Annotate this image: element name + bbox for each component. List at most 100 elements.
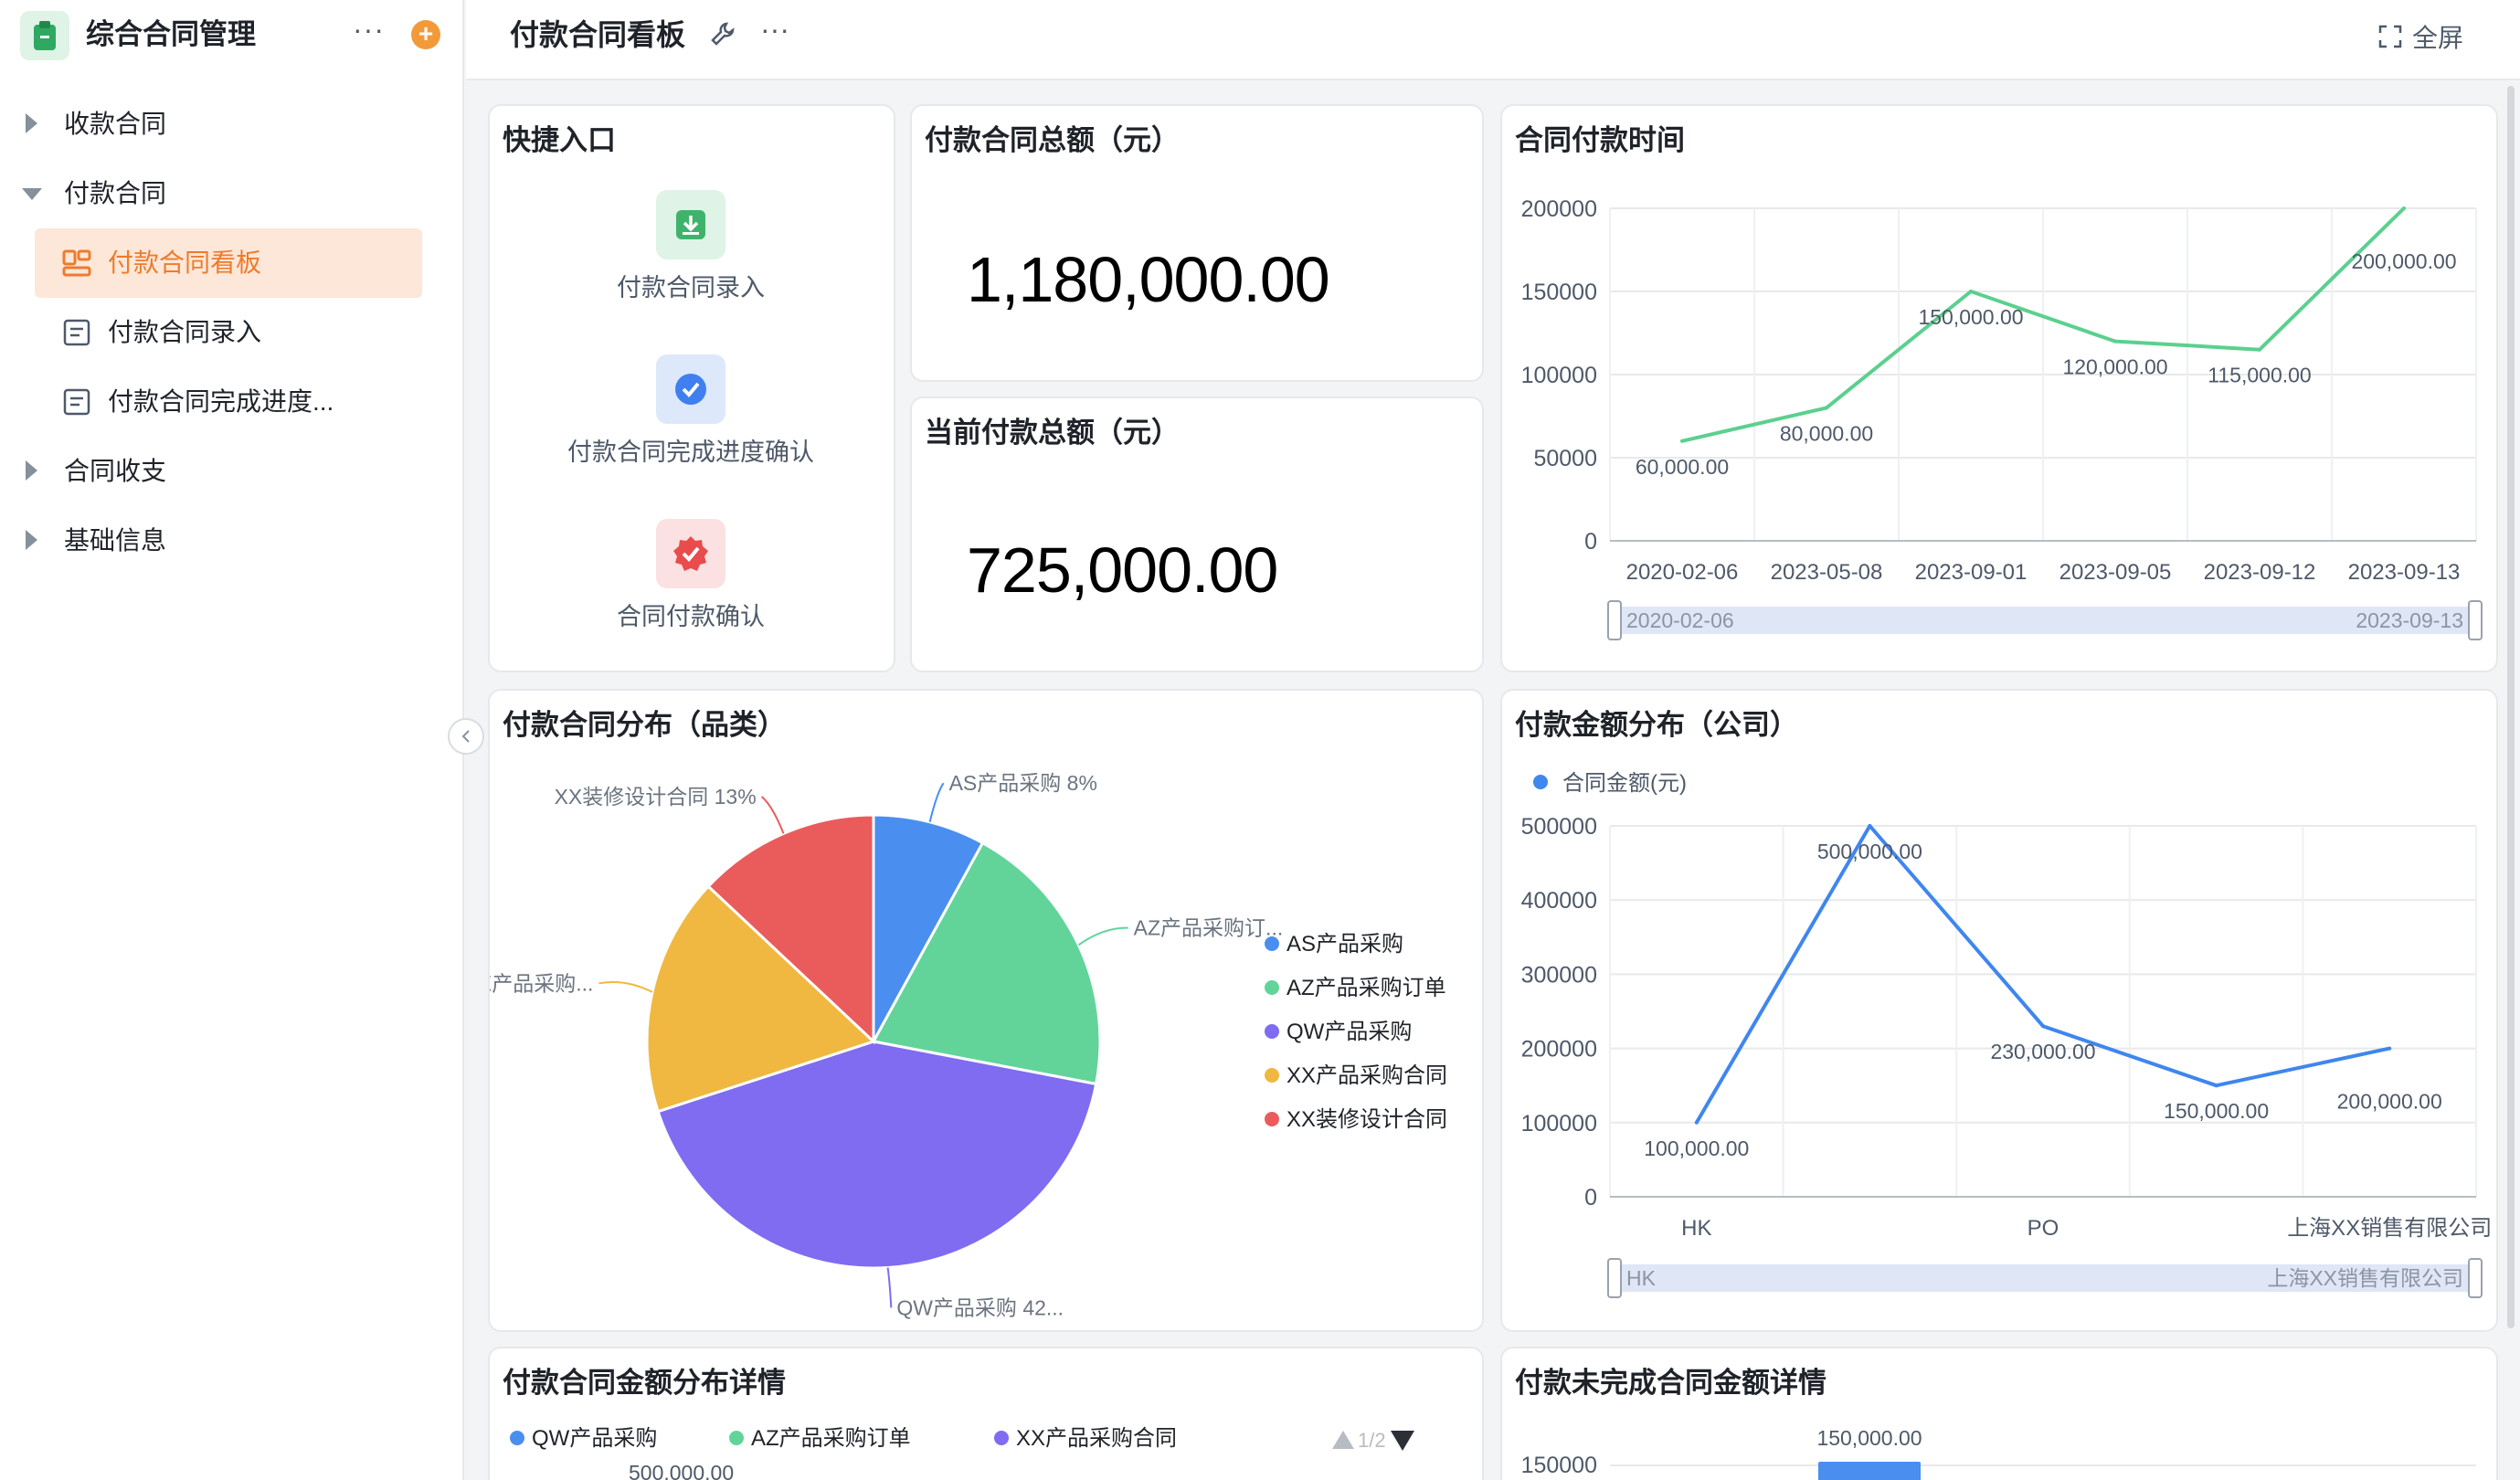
company-chart: 合同金额(元) 0 100000 200000 300000 400000 500000 HK… <box>1521 771 2492 1298</box>
zoom-slider-track <box>1612 607 2478 634</box>
data-point <box>2113 339 2117 344</box>
sidebar-item-label: 收款合同 <box>64 110 167 138</box>
category-pie-panel: 付款合同分布（品类） AS产品采购 8% AZ产品采购订... QW产品采购 42.… <box>488 689 1484 1332</box>
kpi-total-panel: 付款合同总额（元） 1,180,000.00 <box>910 104 1484 382</box>
x-tick-label: 2023-09-05 <box>2059 560 2172 585</box>
zoom-handle-right <box>2468 1258 2483 1298</box>
sidebar-item-entry[interactable]: 付款合同录入 <box>35 298 422 367</box>
detail-panel: 付款合同金额分布详情 QW产品采购 AZ产品采购订单 XX产品采购合同 1/2 500,… <box>488 1347 1484 1480</box>
pie-slice-label: AZ产品采购订... <box>1134 916 1284 940</box>
app-title: 综合合同管理 <box>86 18 256 50</box>
y-tick-label: 500000 <box>1521 814 1597 840</box>
legend-marker <box>994 1431 1009 1445</box>
kpi-total-value: 1,180,000.00 <box>967 244 1330 315</box>
data-label: 200,000.00 <box>2351 249 2456 273</box>
fullscreen-label: 全屏 <box>2412 24 2464 52</box>
quick-entry-label: 合同付款确认 <box>617 603 765 630</box>
form-icon <box>62 387 91 421</box>
panel-title: 当前付款总额（元） <box>925 417 1180 449</box>
legend-label: XX产品采购合同 <box>1286 1063 1447 1088</box>
legend-label: AZ产品采购订单 <box>751 1426 911 1451</box>
x-tick-label: 2023-09-13 <box>2348 560 2461 585</box>
legend-label: XX产品采购合同 <box>1016 1426 1177 1451</box>
data-point <box>1868 824 1872 828</box>
legend-label: AS产品采购 <box>1286 932 1403 957</box>
y-tick-label: 150000 <box>1521 280 1597 305</box>
collapse-sidebar-button[interactable] <box>448 718 484 755</box>
zoom-end-label: 2023-09-13 <box>2356 608 2463 632</box>
download-icon <box>656 190 725 259</box>
scrollbar[interactable] <box>2507 86 2515 1328</box>
sidebar-item-dashboard[interactable]: 付款合同看板 <box>35 228 422 298</box>
page-title: 付款合同看板 <box>510 18 686 51</box>
chevron-right-icon <box>26 460 37 481</box>
sidebar-item-label: 付款合同 <box>64 179 167 207</box>
unfinished-panel: 付款未完成合同金额详情 150000 150,000.00 <box>1500 1347 2498 1480</box>
chevron-down-icon <box>22 188 42 200</box>
expand-icon <box>2378 25 2402 48</box>
pie-leader-line <box>598 980 653 993</box>
legend-marker <box>1265 1112 1279 1126</box>
kpi-current-panel: 当前付款总额（元） 725,000.00 <box>910 396 1484 672</box>
sidebar-header: 综合合同管理 ··· + <box>0 0 464 69</box>
data-label: 120,000.00 <box>2062 355 2167 379</box>
sidebar-item-income-expense[interactable]: 合同收支 <box>0 444 464 497</box>
y-tick-label: 50000 <box>1533 446 1597 471</box>
zoom-handle-right <box>2468 600 2483 640</box>
zoom-end-label: 上海XX销售有限公司 <box>2267 1266 2463 1290</box>
y-tick-label: 150000 <box>1521 1453 1597 1478</box>
x-tick-label: 2023-05-08 <box>1771 560 1883 585</box>
legend-label: QW产品采购 <box>1286 1020 1412 1044</box>
data-label: 150,000.00 <box>1816 1426 1922 1450</box>
sidebar-item-label: 付款合同录入 <box>108 318 262 346</box>
quick-entry-contract-input[interactable]: 付款合同录入 <box>490 190 892 303</box>
form-icon <box>62 318 91 352</box>
more-icon[interactable]: ··· <box>760 13 789 47</box>
category-pie-chart: AS产品采购 8% AZ产品采购订... QW产品采购 42... XX产品采购...… <box>490 771 1447 1319</box>
zoom-handle-left <box>1607 1258 1622 1298</box>
data-point <box>2041 1024 2045 1029</box>
data-point <box>2388 1046 2392 1051</box>
data-point <box>2214 1084 2218 1088</box>
sidebar-item-receivable[interactable]: 收款合同 <box>0 97 464 150</box>
sidebar-item-payable[interactable]: 付款合同 <box>0 166 464 219</box>
pie-leader-line <box>928 782 945 823</box>
legend-marker <box>1265 1024 1279 1039</box>
quick-entry-payment-confirm[interactable]: 合同付款确认 <box>490 519 892 632</box>
data-label: 150,000.00 <box>2164 1099 2269 1123</box>
pie-slice-label: XX装修设计合同 13% <box>555 785 757 809</box>
pie-slice-label: AS产品采购 8% <box>949 771 1097 795</box>
sidebar-item-label: 合同收支 <box>64 457 167 485</box>
more-icon[interactable]: ··· <box>353 13 385 47</box>
legend-label: XX装修设计合同 <box>1286 1107 1447 1132</box>
data-label: 115,000.00 <box>2208 364 2311 387</box>
chevron-right-icon <box>26 530 37 550</box>
pager-down-icon <box>1391 1431 1414 1451</box>
y-tick-label: 100000 <box>1521 363 1597 388</box>
sidebar-item-label: 付款合同看板 <box>108 248 262 277</box>
y-tick-label: 200000 <box>1521 1037 1597 1062</box>
fullscreen-button[interactable]: 全屏 <box>2377 20 2463 53</box>
x-tick-label: PO <box>2028 1216 2059 1241</box>
payment-time-panel: 合同付款时间 0 50000 100000 150000 200000 2020-02-0… <box>1500 104 2498 672</box>
add-icon[interactable]: + <box>411 20 440 49</box>
sidebar-item-progress[interactable]: 付款合同完成进度... <box>35 367 422 437</box>
legend-marker <box>510 1431 524 1445</box>
data-label: 150,000.00 <box>1918 305 2023 329</box>
pie-slice-label: QW产品采购 42... <box>896 1295 1064 1319</box>
quick-entry-label: 付款合同完成进度确认 <box>567 439 814 466</box>
detail-chart: QW产品采购 AZ产品采购订单 XX产品采购合同 1/2 500,000.00 <box>510 1426 1414 1480</box>
x-tick-label: 上海XX销售有限公司 <box>2287 1216 2492 1241</box>
sidebar-item-label: 付款合同完成进度... <box>108 387 334 416</box>
data-label: 100,000.00 <box>1644 1136 1749 1160</box>
y-tick-label: 0 <box>1584 1185 1597 1210</box>
pie-leader-line <box>1077 926 1128 946</box>
data-point <box>1694 1120 1699 1125</box>
sidebar-item-basic-info[interactable]: 基础信息 <box>0 513 464 566</box>
quick-entry-progress-confirm[interactable]: 付款合同完成进度确认 <box>490 354 892 468</box>
company-panel: 付款金额分布（公司） 合同金额(元) 0 100000 200000 300000 400… <box>1500 689 2498 1332</box>
data-point <box>1680 439 1684 443</box>
check-circle-icon <box>656 354 725 424</box>
y-tick-label: 400000 <box>1521 888 1597 914</box>
wrench-icon[interactable] <box>709 20 736 52</box>
